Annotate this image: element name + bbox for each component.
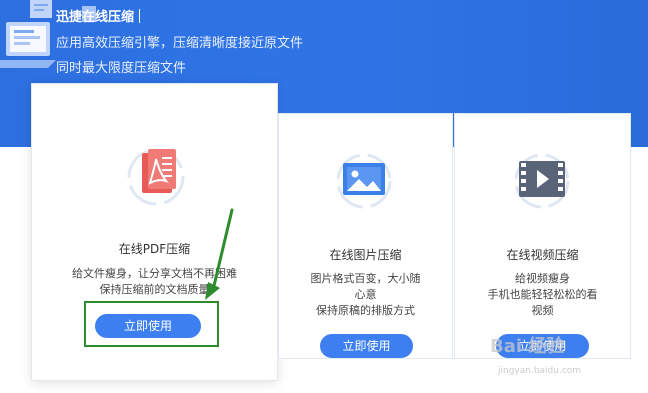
hero-subtitle-2: 同时最大限度压缩文件	[56, 61, 187, 76]
image-card-desc-3: 保持原稿的排版方式	[316, 304, 415, 317]
pdf-card-desc-2: 保持压缩前的文档质量	[99, 283, 210, 296]
hero-title-text: 迅捷在线压缩	[56, 10, 135, 25]
video-file-icon	[514, 153, 570, 209]
image-file-icon	[336, 153, 392, 209]
baidu-watermark-url: jingyan.baidu.com	[498, 366, 582, 376]
pdf-card-desc-1: 给文件瘦身，让分享文档不再困难	[72, 267, 237, 280]
image-use-now-button[interactable]: 立即使用	[320, 334, 413, 358]
hero-subtitle-1: 应用高效压缩引擎，压缩清晰度接近原文件	[56, 36, 304, 51]
video-card-desc-2: 手机也能轻轻松松的看	[487, 288, 598, 301]
annotation-highlight-box	[84, 301, 219, 347]
video-card-title: 在线视频压缩	[506, 248, 579, 262]
image-card-title: 在线图片压缩	[329, 248, 402, 262]
pdf-file-icon	[127, 148, 185, 206]
hero-title: 迅捷在线压缩	[56, 6, 141, 25]
pdf-card-title: 在线PDF压缩	[118, 242, 191, 256]
image-compress-card[interactable]: 在线图片压缩 图片格式百变，大小随 心意 保持原稿的排版方式 立即使用	[278, 113, 453, 359]
image-card-desc-2: 心意	[354, 288, 377, 301]
image-card-desc-1: 图片格式百变，大小随	[310, 272, 421, 285]
video-card-desc-3: 视频	[531, 304, 554, 317]
video-card-desc-1: 给视频瘦身	[515, 272, 570, 285]
text-cursor	[139, 9, 141, 23]
video-compress-card[interactable]: 在线视频压缩 给视频瘦身 手机也能轻轻松松的看 视频 立即使用	[454, 113, 631, 359]
baidu-watermark: Bai 经验	[490, 336, 565, 357]
